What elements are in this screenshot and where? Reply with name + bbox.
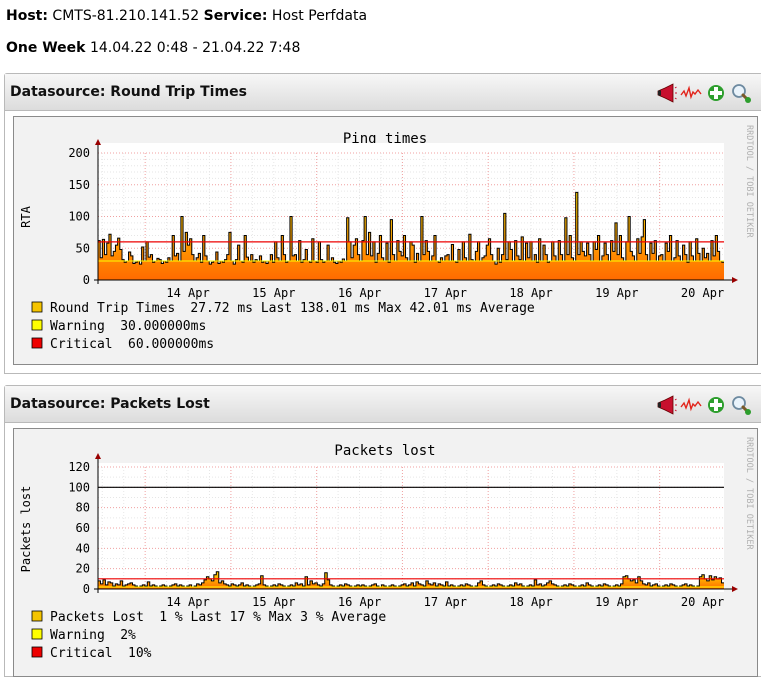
y-tick-label: 60 xyxy=(76,521,90,535)
legend-name: Round Trip Times xyxy=(50,301,175,316)
legend-swatch xyxy=(31,628,43,640)
zoom-icon[interactable] xyxy=(730,394,752,416)
legend-name: Critical xyxy=(50,646,113,661)
y-tick-label: 100 xyxy=(68,480,90,494)
y-axis-arrow xyxy=(95,453,101,459)
y-tick-label: 80 xyxy=(76,501,90,515)
panel-title: Datasource: Packets Lost xyxy=(10,396,210,412)
x-tick-label: 16 Apr xyxy=(338,595,381,609)
legend-stats: 1 % Last 17 % Max 3 % Average xyxy=(159,610,386,625)
panel-toolbar xyxy=(655,394,752,416)
legend-stats: 27.72 ms Last 138.01 ms Max 42.01 ms Ave… xyxy=(190,301,535,316)
y-tick-label: 0 xyxy=(83,582,90,596)
x-tick-labels: 14 Apr 15 Apr 16 Apr 17 Apr 18 Apr 19 Apr 20 A… xyxy=(166,595,724,609)
legend-swatch xyxy=(31,337,43,349)
legend-swatch xyxy=(31,301,43,313)
x-tick-label: 14 Apr xyxy=(166,286,209,300)
legend-swatch xyxy=(31,319,43,331)
rrdtool-watermark: RRDTOOL / TOBI OETIKER xyxy=(744,125,754,238)
x-tick-label: 15 Apr xyxy=(252,286,295,300)
y-tick-labels: 200 150 100 50 0 xyxy=(68,146,90,287)
legend-name: Packets Lost xyxy=(50,610,144,625)
y-tick-label: 40 xyxy=(76,541,90,555)
x-tick-labels: 14 Apr 15 Apr 16 Apr 17 Apr 18 Apr 19 Apr 20 A… xyxy=(166,286,724,300)
chart-title: Packets lost xyxy=(334,443,435,459)
add-icon[interactable] xyxy=(705,82,727,104)
x-tick-label: 16 Apr xyxy=(338,286,381,300)
legend-swatch xyxy=(31,646,43,658)
period-label: One Week xyxy=(6,40,86,56)
panel-title: Datasource: Round Trip Times xyxy=(10,84,247,100)
packets-chart: Packets lost Packets lost RRDTOOL / TOBI… xyxy=(19,437,754,661)
legend-name: Critical xyxy=(50,337,113,352)
y-tick-label: 0 xyxy=(83,273,90,287)
legend-stats: 30.000000ms xyxy=(120,319,206,334)
x-tick-label: 18 Apr xyxy=(509,286,552,300)
panel-header: Datasource: Packets Lost xyxy=(5,386,761,423)
x-tick-label: 20 Apr xyxy=(681,286,724,300)
legend-stats: 60.000000ms xyxy=(128,337,214,352)
graph-line-icon[interactable] xyxy=(680,394,702,416)
rrdtool-watermark: RRDTOOL / TOBI OETIKER xyxy=(744,437,754,550)
legend: Packets Lost 1 % Last 17 % Max 3 % Averag… xyxy=(31,610,386,661)
y-axis-label: RTA xyxy=(19,205,33,227)
packets-graph: Packets lost Packets lost RRDTOOL / TOBI… xyxy=(13,428,758,677)
x-tick-label: 15 Apr xyxy=(252,595,295,609)
period-line: One Week 14.04.22 0:48 - 21.04.22 7:48 xyxy=(6,40,300,56)
panel-round-trip-times: Datasource: Round Trip Times Ping times … xyxy=(4,73,761,374)
panel-packets-lost: Datasource: Packets Lost Packets lost Pa… xyxy=(4,385,761,677)
legend: Round Trip Times 27.72 ms Last 138.01 ms … xyxy=(31,301,535,352)
x-tick-label: 18 Apr xyxy=(509,595,552,609)
legend-stats: 2% xyxy=(120,628,136,643)
ping-graph: Ping times RTA RRDTOOL / TOBI OETIKER 20… xyxy=(13,116,758,365)
zoom-icon[interactable] xyxy=(730,82,752,104)
x-tick-label: 17 Apr xyxy=(424,595,467,609)
x-axis-arrow xyxy=(732,586,738,592)
panel-toolbar xyxy=(655,82,752,104)
y-axis-label: Packets lost xyxy=(19,486,33,573)
legend-swatch xyxy=(31,610,43,622)
graph-line-icon[interactable] xyxy=(680,82,702,104)
x-tick-label: 17 Apr xyxy=(424,286,467,300)
y-tick-label: 200 xyxy=(68,146,90,160)
legend-stats: 10% xyxy=(128,646,152,661)
x-tick-label: 14 Apr xyxy=(166,595,209,609)
y-tick-label: 120 xyxy=(68,460,90,474)
y-tick-label: 100 xyxy=(68,210,90,224)
y-tick-label: 50 xyxy=(76,241,90,255)
megaphone-icon[interactable] xyxy=(655,394,677,416)
y-tick-label: 20 xyxy=(76,562,90,576)
x-tick-label: 19 Apr xyxy=(595,286,638,300)
megaphone-icon[interactable] xyxy=(655,82,677,104)
x-axis-arrow xyxy=(732,277,738,283)
panel-header: Datasource: Round Trip Times xyxy=(5,74,761,111)
y-tick-labels: 120 100 80 60 40 20 0 xyxy=(68,460,90,596)
host-service-line: Host: CMTS-81.210.141.52 Service: Host P… xyxy=(6,8,367,24)
period-value: 14.04.22 0:48 - 21.04.22 7:48 xyxy=(89,40,301,56)
x-tick-label: 19 Apr xyxy=(595,595,638,609)
legend-name: Warning xyxy=(50,319,105,334)
y-tick-label: 150 xyxy=(68,178,90,192)
ping-chart: Ping times RTA RRDTOOL / TOBI OETIKER 20… xyxy=(19,125,754,352)
service-value: Host Perfdata xyxy=(271,8,368,24)
host-label: Host: xyxy=(6,8,48,24)
host-value: CMTS-81.210.141.52 xyxy=(52,8,200,24)
x-tick-label: 20 Apr xyxy=(681,595,724,609)
y-axis-arrow xyxy=(95,139,101,145)
add-icon[interactable] xyxy=(705,394,727,416)
legend-name: Warning xyxy=(50,628,105,643)
service-label: Service: xyxy=(203,8,268,24)
